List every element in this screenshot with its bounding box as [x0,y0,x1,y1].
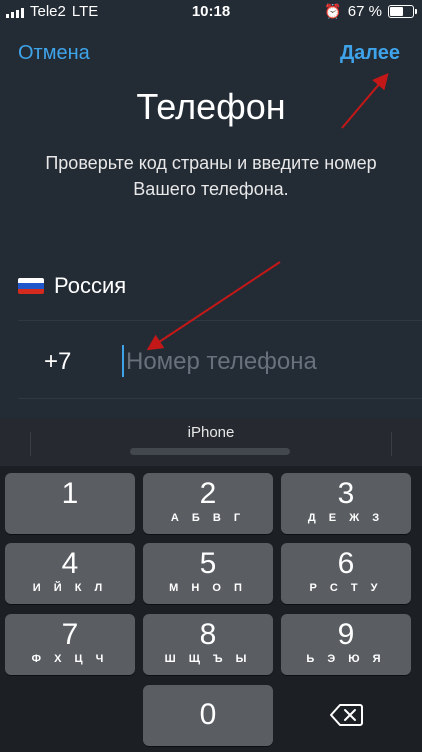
annotation-arrow-phone [146,261,281,351]
phone-field[interactable] [122,343,402,381]
backspace-key[interactable] [281,685,411,746]
page-subtitle: Проверьте код страны и введите номер Ваш… [45,153,377,199]
divider [18,398,422,399]
key-0[interactable]: 0 [143,685,273,746]
battery-percent: 67 % [347,3,382,20]
russia-flag-icon [18,278,44,294]
key-7[interactable]: 7 Ф Х Ц Ч [5,614,135,675]
divider [18,320,422,321]
page-title: Телефон [136,86,286,127]
numeric-keyboard: iPhone 1 2 А Б В Г 3 Д Е Ж З 4 И Й К Л 5… [0,418,422,752]
key-8[interactable]: 8 Ш Щ Ъ Ы [143,614,273,675]
status-bar: Tele2 LTE 10:18 ⏰ 67 % [0,0,422,24]
backspace-icon [330,704,363,726]
country-name: Россия [54,273,127,298]
alarm-icon: ⏰ [324,3,342,19]
key-1[interactable]: 1 [5,473,135,534]
suggestion-text: iPhone [187,424,235,441]
key-4[interactable]: 4 И Й К Л [5,543,135,604]
text-cursor [122,345,124,377]
key-2[interactable]: 2 А Б В Г [143,473,273,534]
suggestion-bar[interactable]: iPhone [0,418,422,466]
country-code: +7 [44,348,72,375]
suggestion-blurred [130,448,290,455]
country-selector[interactable]: Россия [18,273,126,299]
phone-input[interactable] [126,343,396,381]
cancel-button[interactable]: Отмена [18,42,90,65]
key-6[interactable]: 6 Р С Т У [281,543,411,604]
key-5[interactable]: 5 М Н О П [143,543,273,604]
key-3[interactable]: 3 Д Е Ж З [281,473,411,534]
next-button[interactable]: Далее [340,42,400,65]
battery-icon [388,5,417,18]
key-9[interactable]: 9 Ь Э Ю Я [281,614,411,675]
